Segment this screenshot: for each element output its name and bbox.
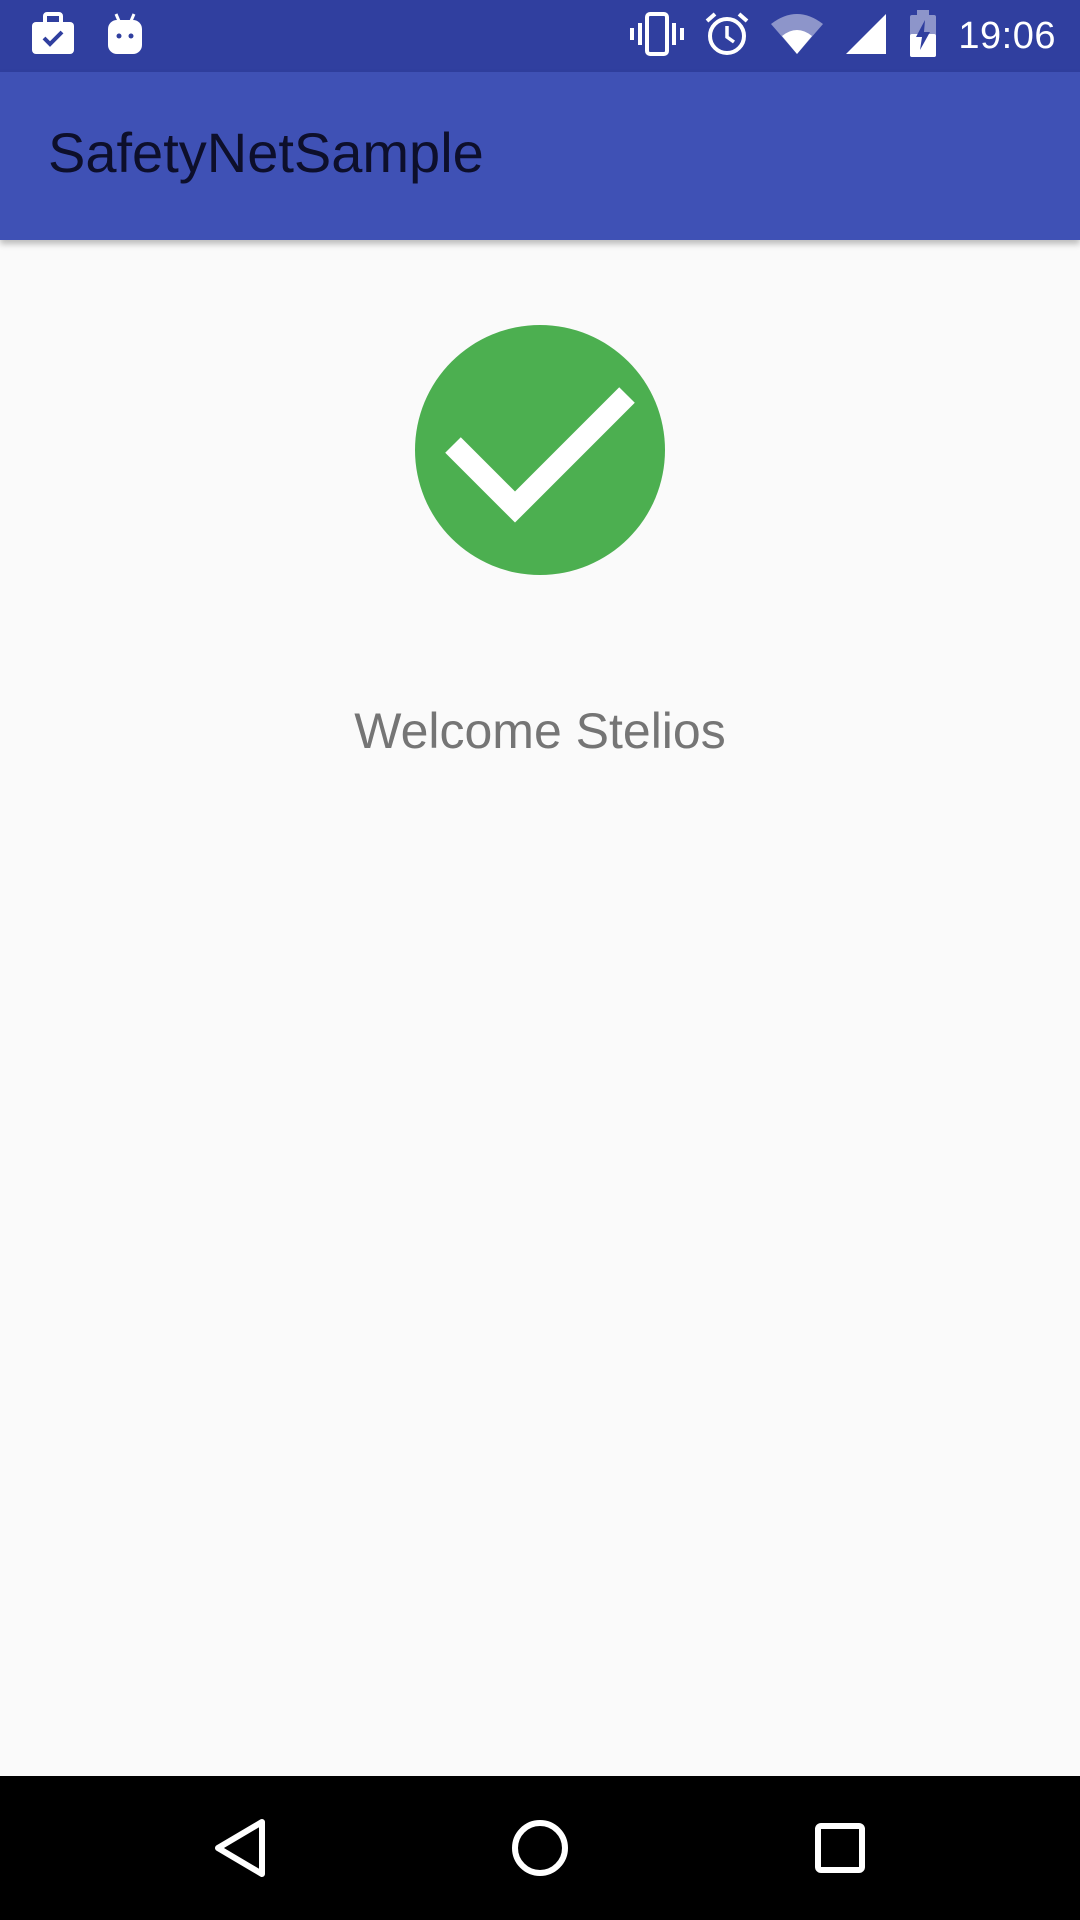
app-title: SafetyNetSample [48, 120, 484, 184]
status-time: 19:06 [958, 14, 1056, 57]
status-right-icons: 19:06 [630, 9, 1080, 63]
app-bar: SafetyNetSample [0, 72, 1080, 240]
status-bar: 19:06 [0, 0, 1080, 72]
wifi-icon [770, 12, 824, 61]
status-left-icons [0, 11, 144, 61]
navigation-bar [0, 1776, 1080, 1920]
home-icon[interactable] [504, 1812, 576, 1884]
signal-icon [844, 12, 888, 61]
main-content: Welcome Stelios [0, 240, 1080, 1776]
recents-icon[interactable] [804, 1812, 876, 1884]
android-robot-icon [106, 12, 144, 61]
alarm-icon [704, 11, 750, 62]
check-circle-icon [415, 325, 665, 575]
vibrate-icon [630, 11, 685, 62]
battery-charging-icon [908, 9, 938, 63]
briefcase-check-icon [30, 11, 76, 61]
welcome-message: Welcome Stelios [354, 703, 726, 759]
back-icon[interactable] [204, 1812, 276, 1884]
